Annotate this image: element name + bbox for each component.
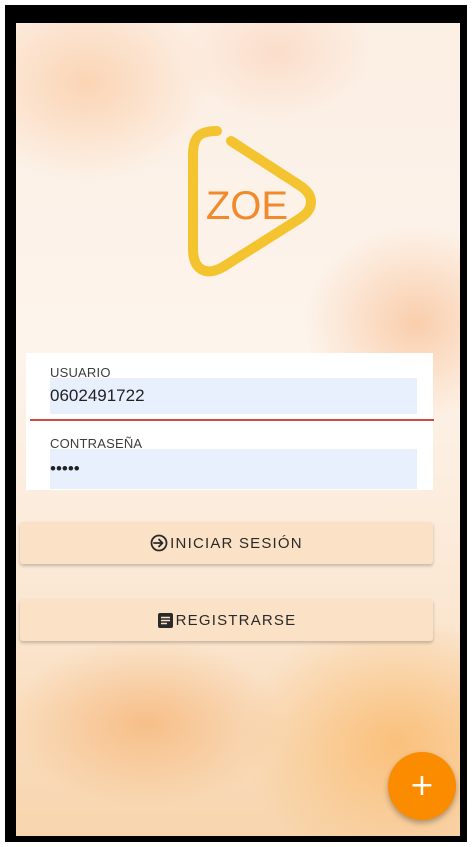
add-fab-button[interactable]: + xyxy=(388,752,456,820)
app-screen: ZOE USUARIO CONTRASEÑA INICIAR SESIÓN RE… xyxy=(16,23,460,836)
username-error-underline xyxy=(30,419,434,421)
login-button-label: INICIAR SESIÓN xyxy=(170,534,303,552)
password-input[interactable] xyxy=(50,449,417,489)
username-input[interactable] xyxy=(50,378,417,414)
register-form-icon xyxy=(157,612,173,628)
logo-text: ZOE xyxy=(206,184,288,228)
zoe-logo: ZOE xyxy=(188,126,316,277)
login-button[interactable]: INICIAR SESIÓN xyxy=(20,522,433,564)
login-icon xyxy=(150,534,168,552)
plus-icon: + xyxy=(409,768,435,803)
device-frame: ZOE USUARIO CONTRASEÑA INICIAR SESIÓN RE… xyxy=(5,5,467,842)
register-button-label: REGISTRARSE xyxy=(175,611,297,629)
register-button[interactable]: REGISTRARSE xyxy=(20,599,433,641)
